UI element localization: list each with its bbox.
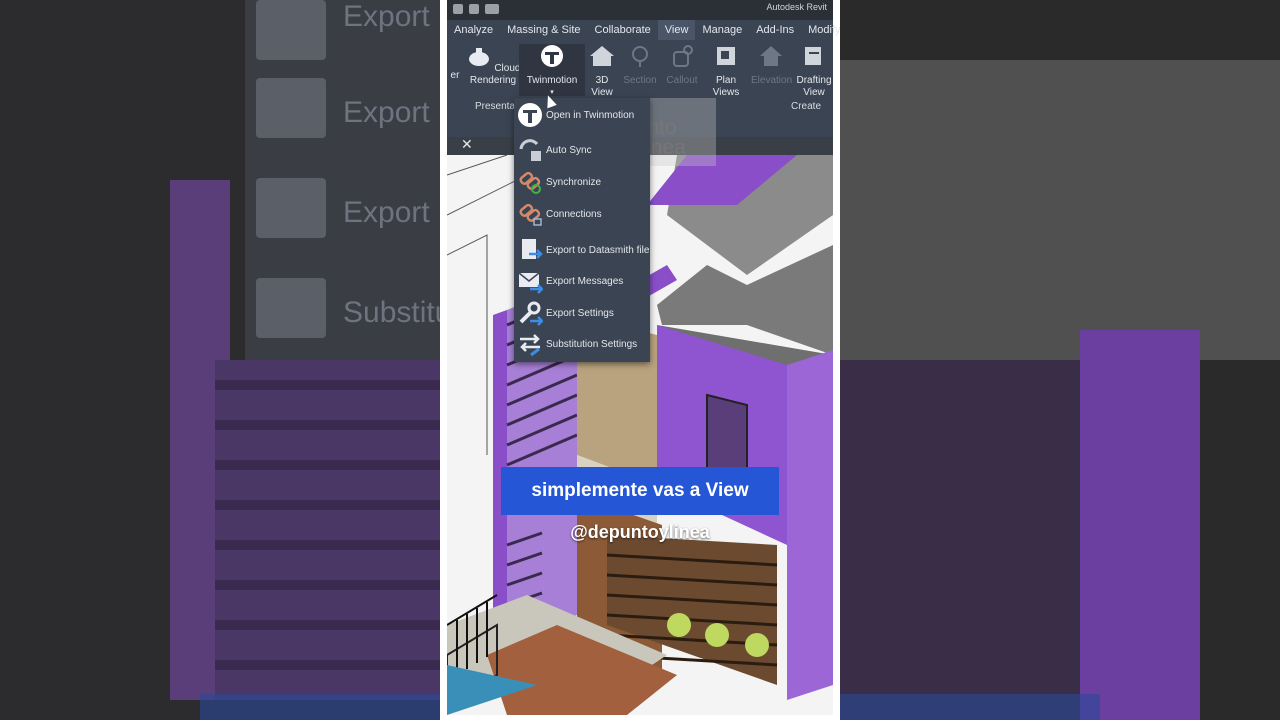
- menu-item-label: Export Messages: [546, 275, 624, 287]
- plan-views-button[interactable]: Plan Views: [709, 44, 743, 99]
- twinmotion-label: Twinmotion: [526, 75, 578, 86]
- backdrop-export-settings-icon: [256, 178, 326, 238]
- channel-handle: @depuntoylinea: [570, 522, 710, 542]
- section-icon: [632, 46, 648, 67]
- menu-item-label: Substitution Settings: [546, 338, 638, 350]
- 3d-view-label: 3D View: [591, 75, 613, 98]
- menu-item-export-datasmith[interactable]: Export to Datasmith file: [514, 235, 650, 265]
- backdrop-slat: [215, 500, 440, 510]
- backdrop-label: Export: [343, 96, 430, 129]
- teapot-icon: [468, 48, 489, 66]
- menu-item-substitution-settings[interactable]: Substitution Settings: [514, 329, 650, 359]
- blurred-backdrop-left: Export Export Export Substitu: [0, 0, 440, 720]
- blurred-backdrop-right: [840, 0, 1280, 720]
- synchronize-icon: [519, 171, 541, 194]
- callout-label: Callout: [666, 75, 698, 86]
- menu-item-label: Synchronize: [546, 176, 602, 188]
- backdrop-export-icon: [256, 0, 326, 60]
- tab-manage[interactable]: Manage: [695, 20, 749, 40]
- twinmotion-icon: [518, 103, 542, 127]
- menu-item-label: Export Settings: [546, 307, 614, 319]
- close-icon[interactable]: ✕: [461, 136, 473, 153]
- menu-item-open-in-twinmotion[interactable]: Open in Twinmotion: [514, 100, 650, 130]
- panel-label-presentation: Presentat: [475, 101, 518, 112]
- section-label: Section: [623, 75, 657, 86]
- elevation-label: Elevation: [751, 75, 793, 86]
- elevation-icon: [760, 46, 782, 66]
- menu-item-export-settings[interactable]: Export Settings: [514, 298, 650, 328]
- backdrop-house-facade: [215, 360, 440, 700]
- panel-label-create: Create: [791, 101, 822, 112]
- menu-item-label: Connections: [546, 208, 602, 220]
- 3d-view-button[interactable]: 3D View: [587, 44, 617, 99]
- backdrop-export-messages-icon: [256, 78, 326, 138]
- backdrop-roof: [840, 60, 1280, 360]
- elevation-button[interactable]: Elevation: [751, 44, 793, 87]
- title-bar: Autodesk Revit: [447, 0, 833, 22]
- auto-sync-icon: [519, 139, 541, 161]
- menu-item-label: Auto Sync: [546, 144, 592, 156]
- quick-access-icon[interactable]: [469, 4, 479, 14]
- app-title: Autodesk Revit: [766, 2, 827, 12]
- cloud-rendering-button[interactable]: Cloud Rendering: [465, 44, 521, 87]
- drafting-view-icon: [805, 47, 821, 65]
- menu-item-connections[interactable]: Connections: [514, 199, 650, 229]
- quick-access-icon[interactable]: [453, 4, 463, 14]
- drafting-view-label: Drafting View: [796, 75, 832, 98]
- tab-analyze[interactable]: Analyze: [447, 20, 500, 40]
- export-messages-icon: [518, 272, 543, 294]
- backdrop-slat: [215, 540, 440, 550]
- backdrop-label: Export: [343, 0, 430, 33]
- tab-collaborate[interactable]: Collaborate: [588, 20, 658, 40]
- callout-icon: [673, 45, 693, 67]
- twinmotion-button[interactable]: Twinmotion ▾: [519, 44, 585, 96]
- connections-icon: [519, 203, 542, 226]
- tab-view[interactable]: View: [657, 20, 696, 40]
- drafting-view-button[interactable]: Drafting View: [795, 44, 833, 99]
- plan-views-icon: [717, 47, 735, 65]
- menu-item-synchronize[interactable]: Synchronize: [514, 167, 650, 197]
- tab-massing-site[interactable]: Massing & Site: [500, 20, 587, 40]
- backdrop-slat: [215, 380, 440, 390]
- backdrop-caption-band: [840, 694, 1100, 720]
- ribbon-partial-label: er: [450, 70, 460, 81]
- substitution-settings-icon: [520, 334, 540, 357]
- menu-item-auto-sync[interactable]: Auto Sync: [514, 135, 650, 165]
- tab-add-ins[interactable]: Add-Ins: [749, 20, 801, 40]
- menu-item-export-messages[interactable]: Export Messages: [514, 266, 650, 296]
- callout-button[interactable]: Callout: [665, 44, 699, 87]
- tab-modify[interactable]: Modify: [801, 20, 840, 40]
- backdrop-slat: [215, 620, 440, 630]
- menu-item-label: Export to Datasmith file: [546, 244, 650, 256]
- house-icon: [590, 46, 614, 66]
- quick-access-icon[interactable]: [485, 4, 499, 14]
- backdrop-substitution-icon: [256, 278, 326, 338]
- plan-views-label: Plan Views: [712, 75, 740, 98]
- backdrop-slat: [215, 660, 440, 670]
- subtitle-caption: simplemente vas a View: [501, 467, 779, 515]
- backdrop-slat: [215, 420, 440, 430]
- ribbon-tabs: Analyze Massing & Site Collaborate View …: [447, 20, 840, 40]
- section-button[interactable]: Section: [623, 44, 657, 87]
- backdrop-label: Export: [343, 196, 430, 229]
- backdrop-house-interior: [840, 360, 1080, 720]
- twinmotion-dropdown-menu: Open in Twinmotion Auto Sync Synchronize…: [514, 98, 650, 362]
- ribbon-button-partial[interactable]: er: [447, 70, 463, 82]
- twinmotion-icon: [541, 45, 563, 67]
- backdrop-slat: [215, 460, 440, 470]
- backdrop-house-column: [1080, 330, 1200, 720]
- backdrop-label: Substitu: [343, 296, 440, 329]
- backdrop-slat: [215, 580, 440, 590]
- export-datasmith-icon: [522, 239, 543, 259]
- backdrop-caption-band: [200, 694, 440, 720]
- export-settings-icon: [519, 301, 543, 326]
- menu-item-label: Open in Twinmotion: [546, 109, 635, 121]
